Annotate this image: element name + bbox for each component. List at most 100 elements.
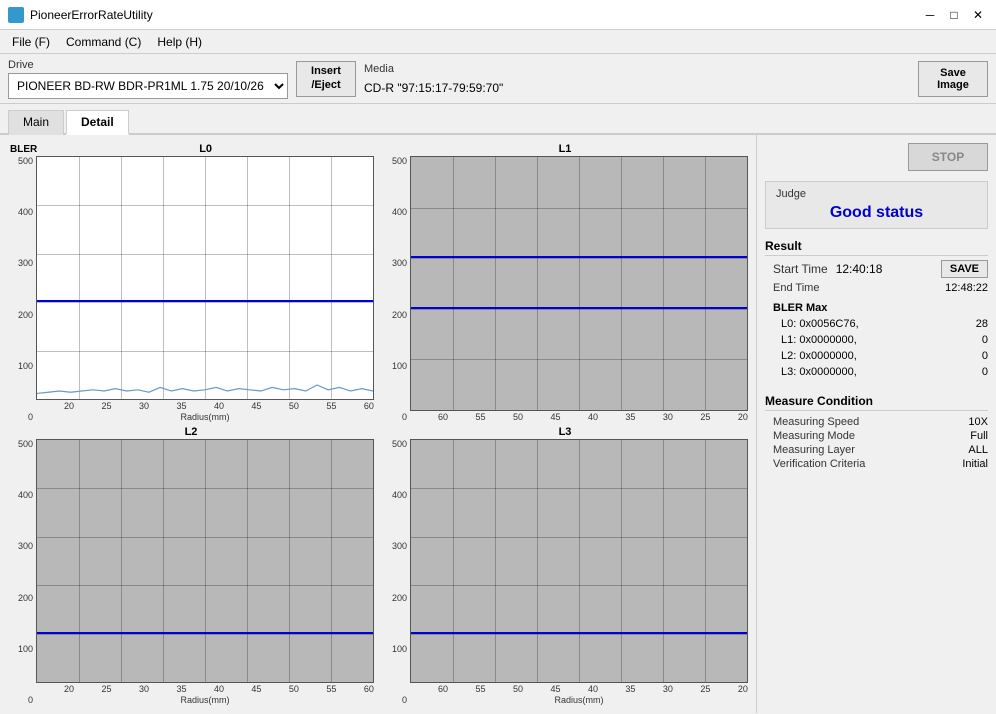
judge-status: Good status [776,204,977,222]
chart-l2-y-axis: 500 400 300 200 100 0 [8,439,36,705]
chart-l3-y-axis: 500 400 300 200 100 0 [382,439,410,705]
main-content: BLER L0 500 400 300 200 100 0 [0,135,996,713]
chart-l2-inner: 500 400 300 200 100 0 [8,439,374,705]
drive-group: Drive PIONEER BD-RW BDR-PR1ML 1.75 20/10… [8,59,288,99]
chart-l1-inner: 500 400 300 200 100 0 [382,156,748,422]
minimize-button[interactable]: ─ [920,5,940,25]
measure-criteria-label: Verification Criteria [765,458,865,470]
bler-l0-row: L0: 0x0056C76, 28 [765,318,988,330]
chart-l0-x-axis: 20 25 30 35 40 45 50 55 60 [36,401,374,411]
measure-layer-value: ALL [968,444,988,456]
grid-v [537,440,538,682]
tab-main[interactable]: Main [8,110,64,135]
measure-criteria-row: Verification Criteria Initial [765,457,988,471]
bler-l2-key: L2: 0x0000000, [781,350,857,362]
grid-h [37,254,373,255]
grid-v [705,440,706,682]
measure-speed-value: 10X [968,416,988,428]
bler-label: BLER [8,144,37,155]
grid-v [495,440,496,682]
grid-h [37,205,373,206]
insert-eject-button[interactable]: Insert/Eject [296,61,356,97]
bler-l0-key: L0: 0x0056C76, [781,318,859,330]
blue-line-1 [37,300,373,302]
chart-l0-container: BLER L0 500 400 300 200 100 0 [4,141,378,424]
chart-l3-inner: 500 400 300 200 100 0 [382,439,748,705]
bler-l1-row: L1: 0x0000000, 0 [765,334,988,346]
end-time-label: End Time [765,282,819,294]
grid-v [163,440,164,682]
chart-l2-title: L2 [8,426,374,438]
grid-h [37,634,373,635]
save-image-button[interactable]: SaveImage [918,61,988,97]
grid-h [411,309,747,310]
grid-v [79,440,80,682]
grid-v [621,440,622,682]
judge-label: Judge [776,188,977,200]
chart-l2-container: L2 500 400 300 200 100 0 [4,424,378,707]
blue-line-1 [411,632,747,634]
chart-l1-title: L1 [382,143,748,155]
tab-detail[interactable]: Detail [66,110,129,135]
tabs-bar: Main Detail [0,104,996,135]
blue-line-1 [411,307,747,309]
bler-l1-value: 0 [982,334,988,346]
menu-help[interactable]: Help (H) [149,33,210,51]
window-controls: ─ □ ✕ [920,5,988,25]
bler-l2-value: 0 [982,350,988,362]
media-label: Media [364,63,910,75]
grid-v [247,440,248,682]
title-bar-left: PioneerErrorRateUtility [8,7,153,23]
measure-mode-value: Full [970,430,988,442]
grid-h [411,359,747,360]
app-title: PioneerErrorRateUtility [30,8,153,22]
maximize-button[interactable]: □ [944,5,964,25]
close-button[interactable]: ✕ [968,5,988,25]
grid-v [331,440,332,682]
chart-l0-data [37,339,373,400]
chart-l0-title: L0 [37,143,374,155]
measure-layer-label: Measuring Layer [765,444,855,456]
grid-v [205,440,206,682]
grid-h [37,302,373,303]
grid-v [705,157,706,410]
grid-v [453,157,454,410]
grid-v [453,440,454,682]
grid-h [411,208,747,209]
result-header: Result [765,239,988,256]
title-bar: PioneerErrorRateUtility ─ □ ✕ [0,0,996,30]
grid-h [37,488,373,489]
grid-h [37,585,373,586]
chart-l1-plot [410,156,748,411]
drive-select[interactable]: PIONEER BD-RW BDR-PR1ML 1.75 20/10/26 [8,73,288,99]
save-button[interactable]: SAVE [941,260,988,278]
start-time-row: Start Time 12:40:18 SAVE [765,260,988,278]
menu-command[interactable]: Command (C) [58,33,149,51]
sidebar: STOP Judge Good status Result Start Time… [756,135,996,713]
chart-l3-x-label: Radius(mm) [410,695,748,705]
menu-file[interactable]: File (F) [4,33,58,51]
blue-line-2 [411,256,747,258]
grid-h [411,488,747,489]
bler-max-header: BLER Max [765,302,988,314]
bler-l3-key: L3: 0x0000000, [781,366,857,378]
grid-v [663,157,664,410]
bler-l1-key: L1: 0x0000000, [781,334,857,346]
grid-h [37,537,373,538]
chart-l0-x-label: Radius(mm) [36,412,374,422]
grid-v [121,440,122,682]
blue-line-1 [37,632,373,634]
grid-h [411,634,747,635]
measure-header: Measure Condition [765,394,988,411]
menu-bar: File (F) Command (C) Help (H) [0,30,996,54]
chart-l1-x-axis: 60 55 50 45 40 35 30 25 20 [410,412,748,422]
measure-speed-label: Measuring Speed [765,416,859,428]
stop-button[interactable]: STOP [908,143,988,171]
chart-l3-plot [410,439,748,683]
bler-l0-value: 28 [976,318,988,330]
chart-l2-x-axis: 20 25 30 35 40 45 50 55 60 [36,684,374,694]
drive-label: Drive [8,59,288,71]
measure-speed-row: Measuring Speed 10X [765,415,988,429]
result-section: Result Start Time 12:40:18 SAVE End Time… [765,239,988,378]
grid-v [621,157,622,410]
